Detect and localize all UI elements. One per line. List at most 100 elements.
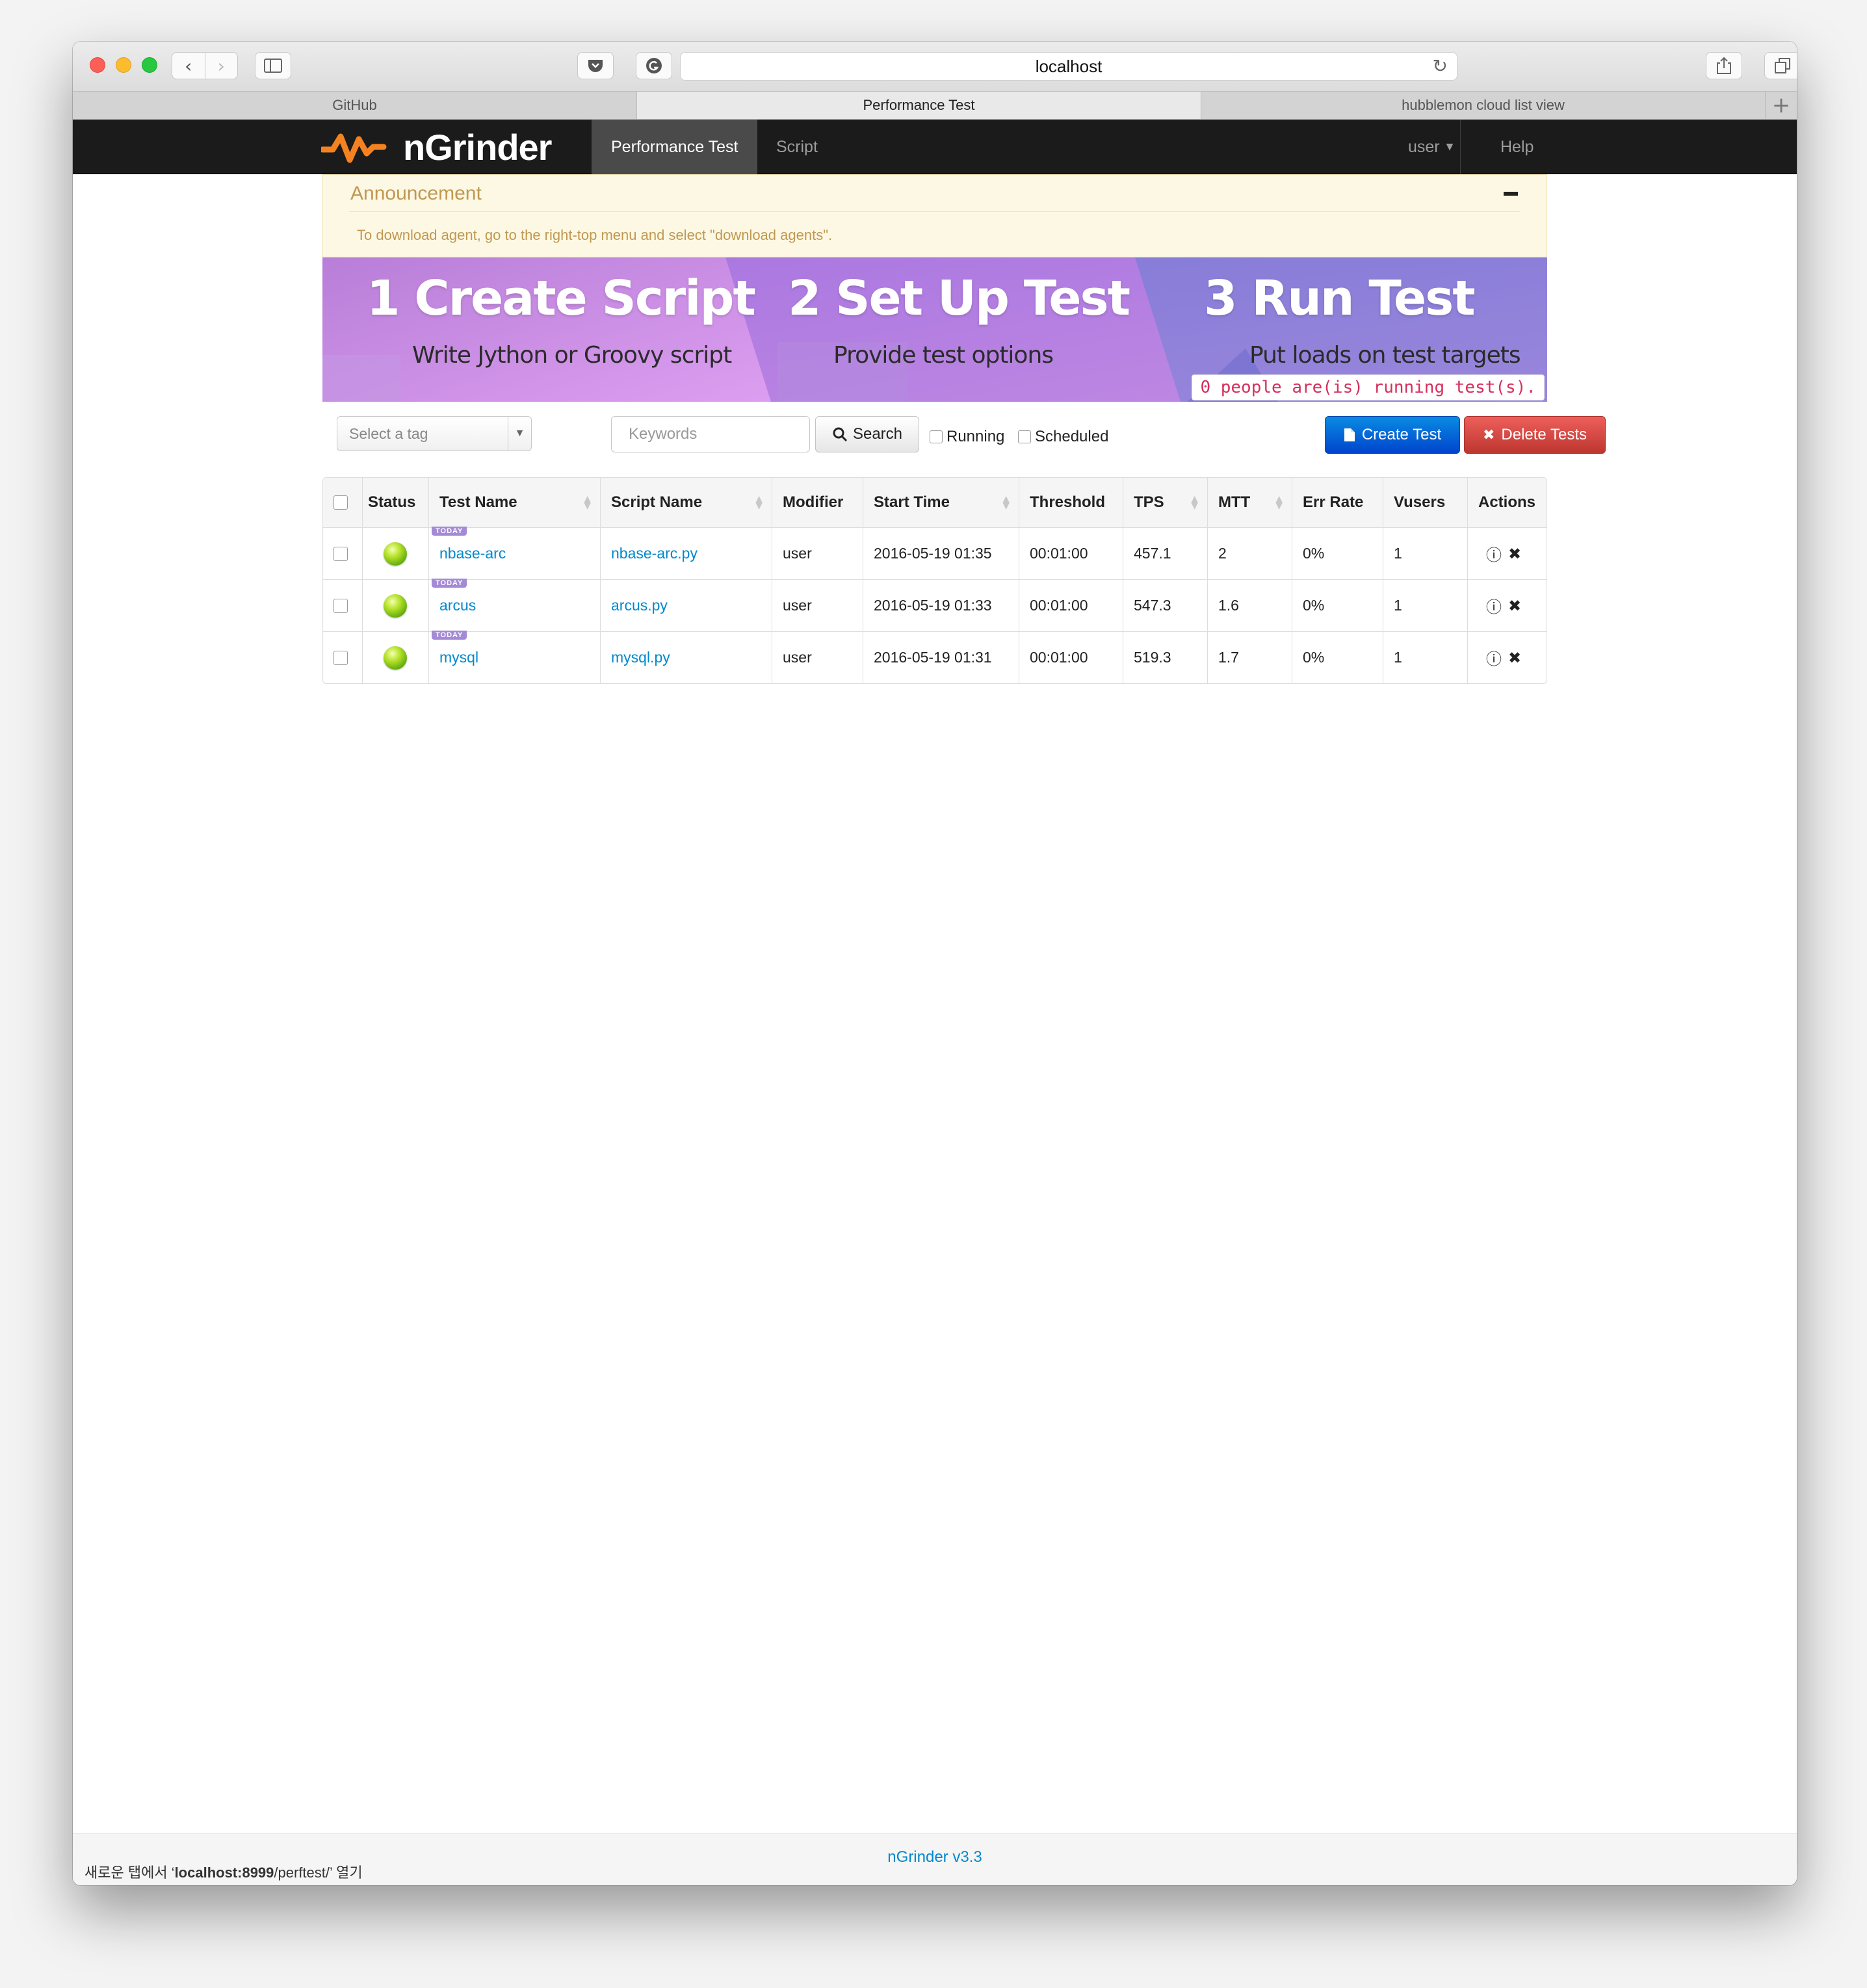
reload-icon[interactable]: ↻	[1433, 55, 1448, 77]
threshold-cell: 00:01:00	[1019, 528, 1123, 579]
running-count: 0 people are(is) running test(s).	[1192, 374, 1545, 400]
row-select-cell	[323, 632, 362, 683]
info-icon[interactable]: ⓘ	[1486, 594, 1502, 617]
row-select-cell	[323, 580, 362, 631]
table-row: TODAY nbase-arc nbase-arc.py user 2016-05…	[323, 527, 1547, 579]
tag-select-placeholder: Select a tag	[349, 425, 428, 442]
status-finished-icon[interactable]	[384, 646, 407, 670]
running-checkbox[interactable]	[930, 430, 943, 443]
collapse-icon[interactable]	[1504, 192, 1518, 196]
scheduled-checkbox[interactable]	[1018, 430, 1031, 443]
start-time-cell: 2016-05-19 01:33	[863, 580, 1019, 631]
browser-tab-performance-test[interactable]: Performance Test	[637, 92, 1201, 119]
row-select-cell	[323, 528, 362, 579]
caret-down-icon[interactable]: ▼	[508, 417, 531, 451]
nav-help[interactable]: Help	[1481, 120, 1553, 174]
row-checkbox[interactable]	[333, 650, 348, 665]
step1-title: 1 Create Script	[367, 270, 756, 326]
sort-icon: ▲ ▼	[755, 494, 763, 511]
col-vusers[interactable]: Vusers	[1383, 478, 1467, 527]
tabs-icon	[1775, 58, 1790, 73]
script-name-link[interactable]: arcus.py	[611, 597, 668, 614]
test-list-toolbar: Select a tag ▼ Search Running Scheduled …	[322, 402, 1606, 471]
delete-tests-label: Delete Tests	[1501, 426, 1587, 443]
col-actions: Actions	[1467, 478, 1547, 527]
share-button[interactable]	[1706, 52, 1742, 79]
tabs-overview-button[interactable]	[1764, 52, 1797, 79]
script-name-link[interactable]: mysql.py	[611, 649, 670, 666]
status-finished-icon[interactable]	[384, 542, 407, 566]
zoom-window-button[interactable]	[142, 57, 157, 73]
test-name-link[interactable]: mysql	[439, 649, 478, 666]
col-start-time[interactable]: Start Time ▲ ▼	[863, 478, 1019, 527]
step1-subtitle: Write Jython or Groovy script	[412, 342, 732, 369]
nav-script[interactable]: Script	[757, 120, 837, 174]
close-window-button[interactable]	[90, 57, 105, 73]
grammarly-button[interactable]	[636, 52, 672, 79]
sidebar-icon	[264, 59, 282, 73]
status-cell	[362, 632, 428, 683]
status-finished-icon[interactable]	[384, 594, 407, 618]
new-tab-icon[interactable]: +	[1766, 92, 1797, 119]
delete-icon[interactable]: ✖	[1508, 545, 1521, 563]
test-name-link[interactable]: nbase-arc	[439, 545, 506, 562]
script-name-link[interactable]: nbase-arc.py	[611, 545, 698, 562]
pocket-button[interactable]	[577, 52, 614, 79]
delete-icon[interactable]: ✖	[1508, 597, 1521, 615]
actions-cell: ⓘ ✖	[1467, 580, 1547, 631]
share-icon	[1717, 57, 1731, 74]
row-checkbox[interactable]	[333, 598, 348, 613]
mtt-cell: 1.6	[1207, 580, 1292, 631]
info-icon[interactable]: ⓘ	[1486, 646, 1502, 669]
search-button-label: Search	[852, 425, 903, 443]
info-icon[interactable]: ⓘ	[1486, 542, 1502, 565]
forward-icon[interactable]: ›	[204, 53, 238, 79]
select-all-cell	[323, 478, 362, 527]
browser-status-bar: 새로운 탭에서 ‘localhost:8999/perftest/’ 열기	[85, 1861, 363, 1882]
ngrinder-logo[interactable]: nGrinder	[321, 126, 552, 168]
col-threshold[interactable]: Threshold	[1019, 478, 1123, 527]
col-mtt[interactable]: MTT ▲ ▼	[1207, 478, 1292, 527]
tps-cell: 519.3	[1123, 632, 1207, 683]
col-script-name[interactable]: Script Name ▲ ▼	[600, 478, 772, 527]
minimize-window-button[interactable]	[116, 57, 131, 73]
status-prefix: 새로운 탭에서 ‘	[85, 1864, 175, 1881]
vusers-cell: 1	[1383, 580, 1467, 631]
browser-tab-github[interactable]: GitHub	[73, 92, 637, 119]
nav-performance-test[interactable]: Performance Test	[592, 120, 758, 174]
running-filter[interactable]: Running	[930, 428, 1004, 446]
row-checkbox[interactable]	[333, 546, 348, 561]
vusers-cell: 1	[1383, 632, 1467, 683]
pocket-icon	[588, 60, 603, 72]
page-footer: nGrinder v3.3 새로운 탭에서 ‘localhost:8999/pe…	[73, 1833, 1797, 1885]
script-name-cell: nbase-arc.py	[600, 528, 772, 579]
col-test-name[interactable]: Test Name ▲ ▼	[428, 478, 600, 527]
tag-select[interactable]: Select a tag ▼	[337, 416, 532, 451]
back-icon[interactable]: ‹	[172, 53, 205, 79]
address-bar[interactable]: localhost ↻	[680, 52, 1457, 81]
file-icon	[1344, 428, 1355, 441]
col-err-rate[interactable]: Err Rate	[1292, 478, 1383, 527]
running-label: Running	[947, 428, 1005, 445]
announcement-text: To download agent, go to the right-top m…	[357, 227, 833, 243]
keywords-input[interactable]	[611, 416, 810, 452]
table-row: TODAY arcus arcus.py user 2016-05-19 01:3…	[323, 579, 1547, 631]
search-button[interactable]: Search	[815, 416, 919, 452]
scheduled-filter[interactable]: Scheduled	[1018, 428, 1108, 446]
browser-toolbar: ‹ › localhost ↻	[73, 42, 1797, 91]
actions-cell: ⓘ ✖	[1467, 632, 1547, 683]
delete-tests-button[interactable]: ✖ Delete Tests	[1464, 416, 1606, 454]
col-tps[interactable]: TPS ▲ ▼	[1123, 478, 1207, 527]
modifier-cell: user	[772, 580, 863, 631]
browser-tabbar: GitHub Performance Test hubblemon cloud …	[73, 91, 1797, 120]
col-status[interactable]: Status	[362, 478, 428, 527]
delete-icon[interactable]: ✖	[1508, 649, 1521, 667]
create-test-button[interactable]: Create Test	[1325, 416, 1460, 454]
test-name-cell: TODAY mysql	[428, 631, 600, 683]
sidebar-toggle-button[interactable]	[255, 52, 291, 79]
today-badge: TODAY	[432, 527, 467, 536]
test-name-link[interactable]: arcus	[439, 597, 476, 614]
select-all-checkbox[interactable]	[333, 495, 348, 510]
col-modifier[interactable]: Modifier	[772, 478, 863, 527]
browser-tab-hubblemon[interactable]: hubblemon cloud list view	[1201, 92, 1766, 119]
